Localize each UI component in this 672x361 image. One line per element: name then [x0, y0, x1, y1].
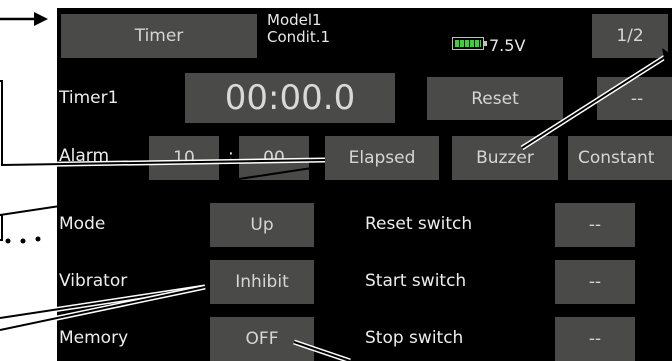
callout-overlay: [0, 12, 672, 361]
callout-line-elapsed-inner: [0, 80, 326, 216]
callout-line-elapsed: [0, 78, 326, 168]
callout-line-inhibit: [0, 284, 206, 333]
callout-arrow-top: [0, 12, 48, 26]
callout-line-memory: [293, 339, 351, 361]
callout-bracket-left: [0, 214, 3, 241]
ellipsis-dots: [5, 236, 41, 244]
callout-line-buzzer: [520, 48, 672, 151]
